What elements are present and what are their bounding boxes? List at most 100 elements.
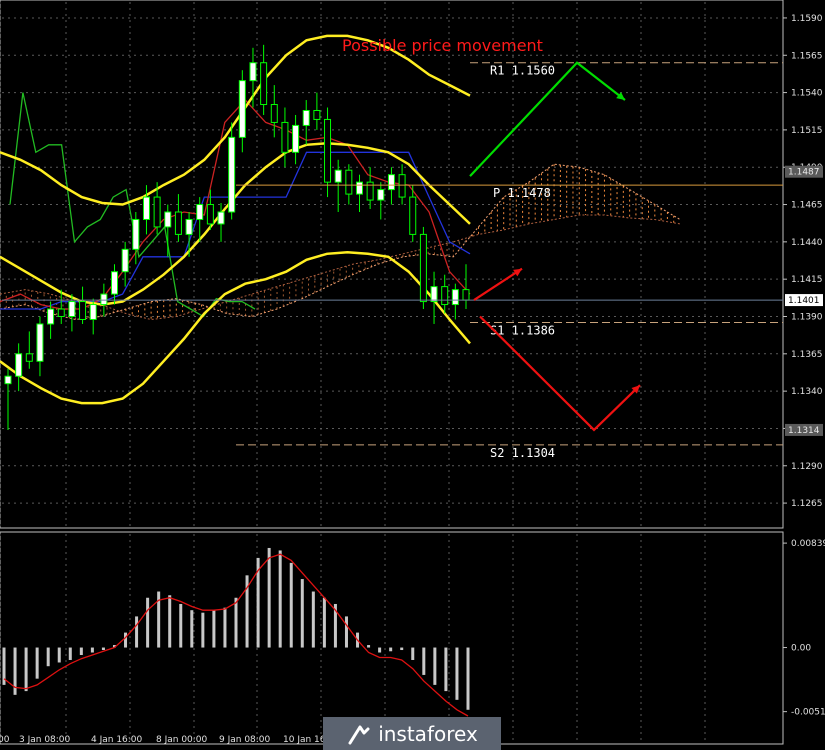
y-tick-label: 1.1440 xyxy=(791,238,823,248)
pivot-level-label: P 1.1478 xyxy=(493,186,551,200)
macd-bar xyxy=(124,632,128,648)
macd-bar xyxy=(46,647,50,667)
y-tick-label: 1.1565 xyxy=(791,51,823,61)
main-chart-panel: 1.15901.15651.15401.15151.14901.14651.14… xyxy=(0,0,823,529)
candle-body xyxy=(153,196,161,228)
x-tick-label: 9 Jan 08:00 xyxy=(219,735,271,745)
macd-panel-frame xyxy=(0,531,784,745)
price-tag-label: 1.1487 xyxy=(788,168,820,178)
chart-canvas: 1.15901.15651.15401.15151.14901.14651.14… xyxy=(0,0,825,745)
candle-body xyxy=(79,301,87,320)
y-tick-label: 1.1365 xyxy=(791,350,823,360)
macd-bar xyxy=(400,647,404,651)
candle-body xyxy=(334,169,342,183)
candle-body xyxy=(270,104,278,123)
price-panel-frame xyxy=(0,0,784,529)
candle-body xyxy=(111,271,119,295)
macd-bar xyxy=(344,616,348,648)
x-tick-label: 8 Jan 00:00 xyxy=(156,735,208,745)
macd-bar xyxy=(90,647,94,653)
x-tick-label: 4 Jan 16:00 xyxy=(91,735,143,745)
candle-body xyxy=(57,308,65,317)
candle-body xyxy=(451,289,459,306)
candle-body xyxy=(25,353,33,362)
brand-icon xyxy=(348,725,370,744)
candle-body xyxy=(174,211,182,235)
candle-body xyxy=(313,109,321,120)
macd-bar xyxy=(466,647,470,710)
chart-title: Possible price movement xyxy=(342,36,543,55)
macd-bar xyxy=(389,647,393,652)
candle-body xyxy=(68,301,76,317)
macd-bar xyxy=(300,579,304,648)
y-tick-label: 1.1265 xyxy=(791,499,823,509)
candle-body xyxy=(238,80,246,138)
candle-body xyxy=(377,189,385,201)
macd-tick-label: -0.00515 xyxy=(791,708,825,718)
candle-body xyxy=(206,204,214,225)
y-tick-label: 1.1465 xyxy=(791,201,823,211)
macd-axis-ticks: 0.00839 0.00 -0.00515 xyxy=(783,539,825,718)
macd-bar xyxy=(68,647,72,660)
candle-body xyxy=(292,124,300,153)
candle-body xyxy=(185,218,193,235)
macd-bar xyxy=(322,597,326,648)
macd-bar xyxy=(422,647,426,675)
macd-bar xyxy=(79,647,83,656)
macd-tick-label: 0.00 xyxy=(791,644,811,654)
macd-bar xyxy=(267,547,271,648)
macd-bar xyxy=(24,647,28,692)
instaforex-logo: instaforex xyxy=(323,717,501,750)
candle-body xyxy=(100,293,108,306)
y-tick-label: 1.1290 xyxy=(791,462,823,472)
candle-body xyxy=(132,218,140,250)
macd-bar xyxy=(35,647,39,679)
macd-tick-label: 0.00839 xyxy=(791,539,825,549)
macd-bar xyxy=(212,610,216,648)
candle-body xyxy=(47,308,55,325)
macd-panel: 0.00839 0.00 -0.00515 xyxy=(0,531,825,745)
candle-body xyxy=(355,181,363,195)
candle-body xyxy=(281,121,289,153)
pivot-level-label: R1 1.1560 xyxy=(490,64,555,78)
candle-body xyxy=(36,323,44,362)
candle-body xyxy=(345,169,353,195)
macd-bar xyxy=(455,647,459,700)
macd-bar xyxy=(146,597,150,648)
macd-bar xyxy=(190,610,194,648)
candle-body xyxy=(164,211,172,228)
candle-body xyxy=(387,174,395,191)
candle-body xyxy=(441,286,449,306)
macd-bar xyxy=(411,647,415,660)
x-tick-label: 00 xyxy=(0,735,10,745)
macd-bar xyxy=(135,616,139,648)
candle-body xyxy=(196,204,204,220)
macd-bar xyxy=(201,612,205,648)
y-tick-label: 1.1415 xyxy=(791,275,823,285)
pivot-level-label: S2 1.1304 xyxy=(490,446,555,460)
y-tick-label: 1.1540 xyxy=(791,89,823,99)
candle-body xyxy=(89,304,97,320)
candle-body xyxy=(15,353,23,377)
candle-body xyxy=(228,136,236,213)
macd-bar xyxy=(223,607,227,648)
y-tick-label: 1.1390 xyxy=(791,312,823,322)
macd-bar xyxy=(433,647,437,685)
macd-bar xyxy=(101,647,105,651)
candle-body xyxy=(142,196,150,220)
candle-body xyxy=(462,289,470,301)
x-tick-label: 3 Jan 08:00 xyxy=(19,735,71,745)
macd-bar xyxy=(378,647,382,653)
macd-bar xyxy=(179,603,183,648)
macd-bar xyxy=(311,591,315,648)
candle-body xyxy=(217,211,225,225)
macd-bar xyxy=(57,647,61,663)
macd-bar xyxy=(278,550,282,648)
candle-body xyxy=(302,109,310,126)
candle-body xyxy=(409,196,417,235)
candle-body xyxy=(398,174,406,198)
candle-body xyxy=(249,62,257,82)
candle-body xyxy=(121,248,129,273)
macd-bar xyxy=(234,597,238,648)
macd-bar xyxy=(444,647,448,692)
